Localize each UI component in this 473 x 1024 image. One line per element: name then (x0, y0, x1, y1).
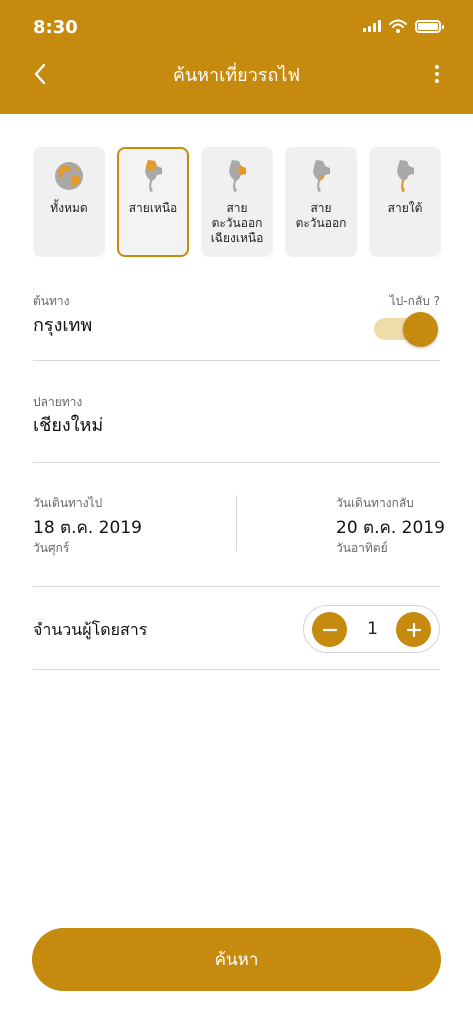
round-trip-toggle[interactable] (374, 312, 438, 347)
status-icons (363, 19, 444, 33)
return-date-value[interactable]: 20 ต.ค. 2019 (336, 514, 445, 541)
status-time: 8:30 (33, 17, 78, 38)
depart-date-value[interactable]: 18 ต.ค. 2019 (33, 514, 142, 541)
depart-date-label: วันเดินทางไป (33, 496, 103, 510)
destination-value[interactable]: เชียงใหม่ (33, 410, 103, 439)
toggle-knob (403, 312, 438, 347)
region-south[interactable]: สายใต้ (369, 147, 441, 257)
more-menu-button[interactable] (427, 60, 447, 88)
region-east[interactable]: สาย ตะวันออก (285, 147, 357, 257)
page-title: ค้นหาเที่ยวรถไฟ (172, 65, 301, 86)
thailand-map-northeast-icon (229, 160, 246, 192)
depart-day: วันศุกร์ (33, 541, 70, 555)
thailand-map-east-icon (313, 160, 330, 192)
plus-icon (406, 622, 421, 637)
globe-icon (55, 162, 83, 190)
region-selector: ทั้งหมด สายเหนือ สาย ตะวันออก เฉียงเหนือ (33, 147, 441, 257)
battery-icon (415, 19, 444, 33)
thailand-map-north-icon (145, 160, 162, 192)
divider (33, 462, 440, 463)
signal-icon (363, 20, 381, 32)
divider (33, 360, 440, 361)
region-label: สายใต้ (387, 201, 423, 215)
region-label: สาย ตะวันออก (295, 201, 347, 230)
divider (33, 586, 440, 587)
region-north[interactable]: สายเหนือ (117, 147, 189, 257)
passenger-stepper: 1 (303, 605, 440, 653)
region-all[interactable]: ทั้งหมด (33, 147, 105, 257)
region-label: ทั้งหมด (50, 201, 88, 215)
search-button[interactable]: ค้นหา (32, 928, 441, 991)
app-header: 8:30 ค้นหาเที่ยวรถไฟ (0, 0, 473, 114)
region-northeast[interactable]: สาย ตะวันออก เฉียงเหนือ (201, 147, 273, 257)
region-label: สาย ตะวันออก เฉียงเหนือ (210, 201, 264, 245)
round-trip-label: ไป-กลับ ? (389, 294, 440, 308)
wifi-icon (389, 19, 407, 33)
date-divider (236, 495, 237, 551)
return-day: วันอาทิตย์ (336, 541, 388, 555)
region-label: สายเหนือ (128, 201, 178, 215)
increment-button[interactable] (396, 612, 431, 647)
origin-value[interactable]: กรุงเทพ (33, 310, 92, 339)
passenger-label: จำนวนผู้โดยสาร (33, 620, 148, 639)
return-date-label: วันเดินทางกลับ (336, 496, 414, 510)
thailand-map-south-icon (397, 160, 414, 192)
origin-label: ต้นทาง (33, 294, 70, 308)
divider (33, 669, 440, 670)
